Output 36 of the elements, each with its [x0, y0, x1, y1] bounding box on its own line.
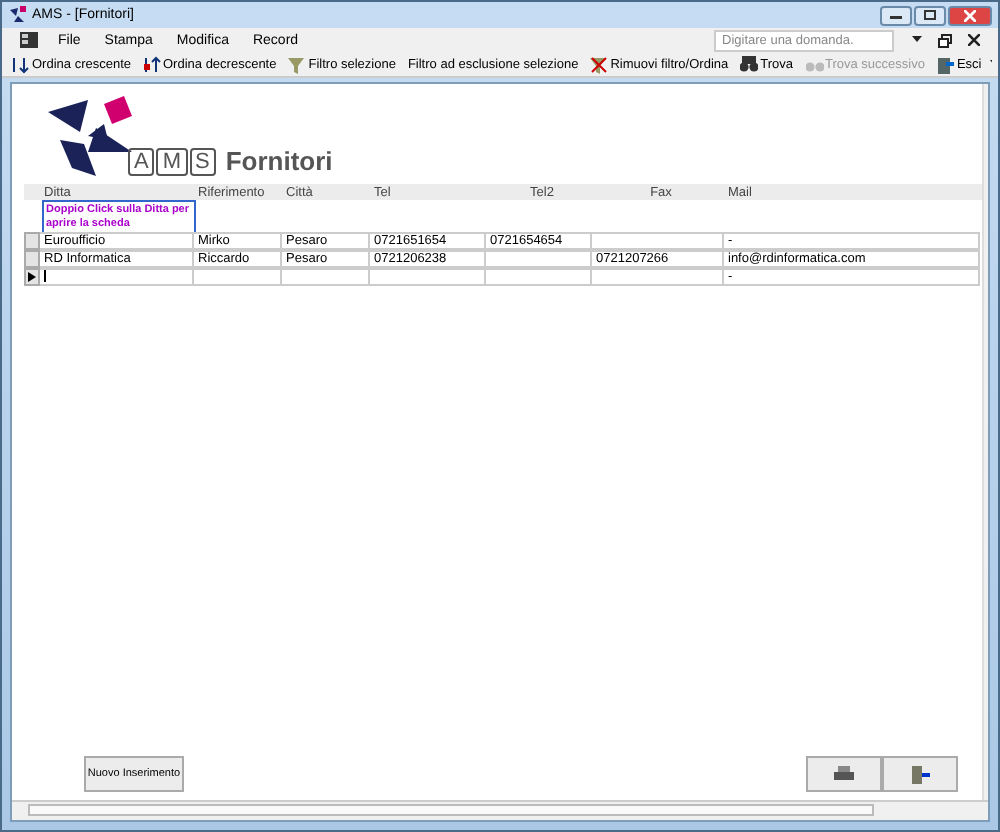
app-logo-icon: [8, 6, 26, 24]
table-cell: [592, 268, 724, 286]
restore-icon[interactable]: [938, 33, 952, 47]
form-icon: [20, 32, 38, 48]
maximize-button[interactable]: [914, 5, 946, 25]
exit-button[interactable]: [882, 756, 958, 792]
sort-descending-icon: [143, 55, 161, 73]
table-cell: [486, 268, 592, 286]
maximize-icon: [924, 10, 936, 20]
logo-letter: M: [156, 147, 188, 175]
table-cell: [370, 268, 486, 286]
binoculars-icon: [740, 56, 759, 72]
close-icon: [964, 9, 976, 21]
dropdown-icon[interactable]: [912, 36, 922, 44]
minimize-icon: [890, 11, 902, 19]
row-selector[interactable]: [24, 268, 40, 286]
table-cell: [592, 232, 724, 250]
table-cell: [282, 268, 370, 286]
door-exit-icon: [910, 765, 930, 783]
printer-icon: [834, 766, 854, 782]
table-cell: [486, 250, 592, 268]
logo-letter: S: [189, 147, 216, 175]
binoculars-icon: [805, 56, 823, 72]
close-button[interactable]: [948, 5, 992, 25]
current-row-arrow-icon: [28, 272, 36, 282]
door-exit-icon: [936, 55, 955, 73]
logo-letter: A: [128, 147, 155, 175]
form-title: Fornitori: [225, 146, 333, 176]
minimize-button[interactable]: [880, 5, 912, 25]
text-cursor: [44, 270, 46, 282]
horizontal-scrollbar[interactable]: [12, 800, 988, 820]
close-icon[interactable]: [968, 34, 980, 46]
sort-ascending-icon: [12, 55, 30, 73]
print-button[interactable]: [806, 756, 882, 792]
remove-filter-icon: [590, 55, 609, 73]
vertical-scrollbar[interactable]: [982, 84, 988, 800]
